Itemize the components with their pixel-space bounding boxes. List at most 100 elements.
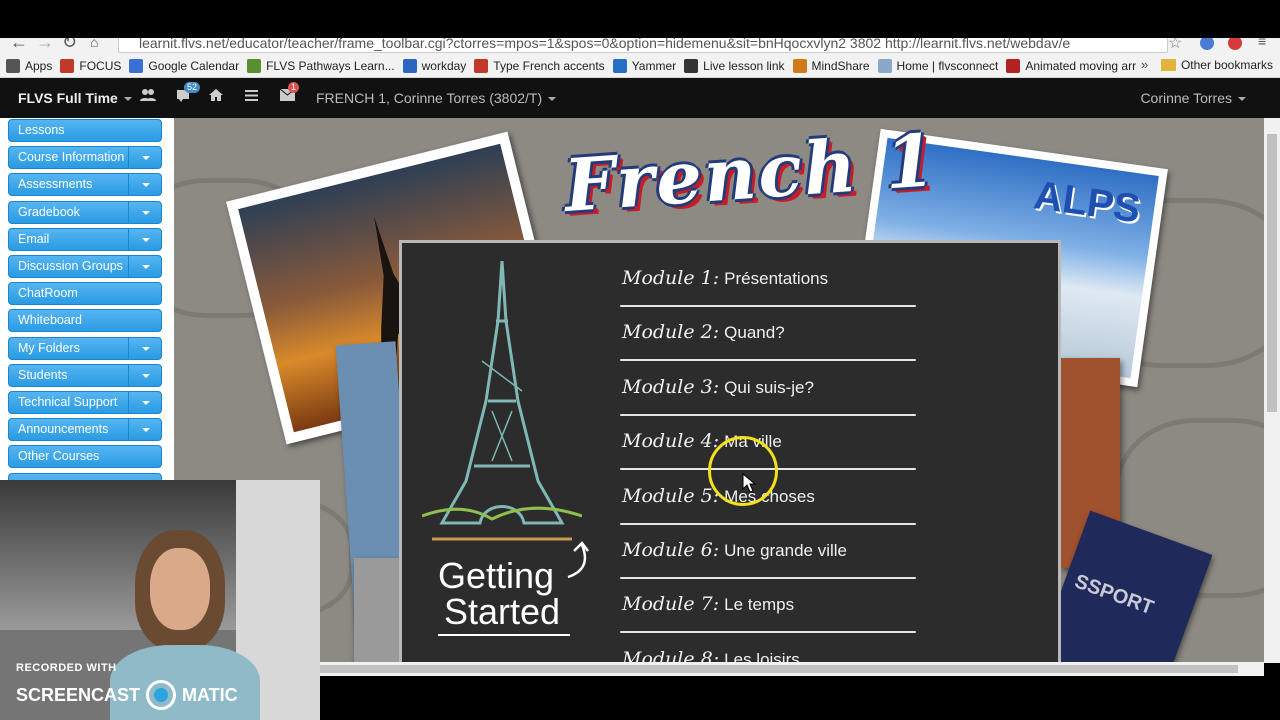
chevron-down-icon[interactable] [142,428,150,433]
sidebar-item-email[interactable]: Email [8,227,162,251]
bookmark-item[interactable]: Live lesson link [684,58,785,73]
sidebar-item-other-courses[interactable]: Other Courses [8,445,162,469]
bookmark-item[interactable]: Home | flvsconnect [877,58,998,73]
menu-icon[interactable]: ≡ [1258,38,1266,49]
module-link[interactable]: Module 6: Une grande ville [622,539,847,561]
sidebar-item-chatroom[interactable]: ChatRoom [8,282,162,306]
bookmark-item[interactable]: Apps [6,58,52,73]
address-bar-row: ← → ↻ ⌂ learnit.flvs.net/educator/teache… [0,38,1280,54]
sidebar-item-course-information[interactable]: Course Information [8,146,162,170]
module-number: Module 7: [622,593,720,616]
module-number: Module 4: [622,430,720,453]
sidebar-item-label: Students [18,367,68,382]
chalk-underline [620,359,916,362]
chevron-down-icon[interactable] [142,346,150,351]
more-bookmarks-icon[interactable]: » [1141,57,1148,72]
bookmark-item[interactable]: workday [402,58,466,73]
chevron-down-icon[interactable] [142,265,150,269]
module-link[interactable]: Module 2: Quand? [622,321,785,343]
sidebar-item-my-folders[interactable]: My Folders [8,336,162,360]
cloud-icon [877,58,892,73]
users-icon[interactable] [140,88,156,106]
chalk-underline [620,631,916,634]
module-link[interactable]: Module 8: Les loisirs [622,648,800,663]
chevron-down-icon[interactable] [142,373,150,378]
user-name: Corinne Torres [1140,90,1232,106]
flvs-icon [247,58,262,73]
curved-arrow-icon [567,541,589,579]
sidebar-item-label: Other Courses [18,449,100,464]
chalk-underline [620,577,916,579]
module-title: Le temps [724,595,795,615]
chevron-down-icon[interactable] [142,183,150,188]
course-label: FRENCH 1, Corinne Torres (3802/T) [316,90,543,106]
forward-icon[interactable]: → [36,38,54,53]
bookmark-item[interactable]: MindShare [792,58,870,73]
chevron-down-icon[interactable] [142,237,150,242]
sidebar-item-announcements[interactable]: Announcements [8,418,162,442]
sidebar-item-lessons[interactable]: Lessons [8,119,162,142]
module-link[interactable]: Module 1: Présentations [622,267,828,289]
home-icon[interactable]: ⌂ [90,38,98,50]
bookmark-star-icon[interactable]: ☆ [1168,38,1182,53]
groups-icon[interactable]: 52 [176,82,201,106]
sidebar-item-gradebook[interactable]: Gradebook [8,200,162,224]
underline [438,634,570,636]
chevron-down-icon[interactable] [142,401,150,405]
chevron-down-icon[interactable] [142,156,150,161]
chalk-underline [620,413,916,416]
module-link[interactable]: Module 3: Qui suis-je? [622,376,814,398]
sidebar-item-discussion-groups[interactable]: Discussion Groups [8,255,162,278]
other-bookmarks[interactable]: Other bookmarks [1160,58,1273,72]
bookmark-item[interactable]: Type French accents [474,58,605,73]
module-title: Qui suis-je? [724,377,814,397]
course-selector[interactable]: FRENCH 1, Corinne Torres (3802/T) [316,90,557,106]
divider [128,364,129,386]
sidebar-item-label: Announcements [18,422,109,437]
focus-icon [60,58,75,73]
bookmark-item[interactable]: Google Calendar [129,58,239,73]
getting-started-link[interactable]: Getting Started [438,558,570,636]
sidebar-item-technical-support[interactable]: Technical Support [8,391,162,414]
bookmark-item[interactable]: Animated moving arr [1006,58,1136,73]
bookmark-label: Live lesson link [703,58,785,73]
t-icon [474,58,489,73]
divider [128,147,129,169]
extension-icon[interactable] [1200,38,1214,50]
mail-icon[interactable]: 1 [279,82,300,105]
chevron-down-icon[interactable] [142,210,150,215]
home-nav-icon[interactable] [209,88,223,105]
horizontal-scrollbar[interactable] [320,662,1264,676]
x-icon [1006,58,1021,73]
logo-right: MATIC [182,684,238,705]
sidebar-item-students[interactable]: Students [8,363,162,387]
brand-menu[interactable]: FLVS Full Time [18,90,132,106]
reload-icon[interactable]: ↻ [62,38,77,53]
bookmark-item[interactable]: Yammer [612,58,676,73]
sidebar-item-whiteboard[interactable]: Whiteboard [8,309,162,333]
user-menu[interactable]: Corinne Torres [1140,90,1246,106]
list-menu-icon[interactable] [245,88,258,105]
screen: ← → ↻ ⌂ learnit.flvs.net/educator/teache… [0,0,1280,720]
scroll-thumb[interactable] [1267,134,1277,412]
module-number: Module 2: [622,321,720,344]
divider [128,228,129,250]
scroll-thumb[interactable] [320,665,1238,673]
recorded-with-label: RECORDED WITH [16,662,117,674]
bookmark-item[interactable]: FOCUS [60,58,121,73]
sidebar-item-assessments[interactable]: Assessments [8,173,162,197]
module-number: Module 3: [622,375,720,398]
module-number: Module 5: [622,484,720,507]
logo-o-icon [146,680,177,710]
bookmark-item[interactable]: FLVS Pathways Learn... [247,58,395,73]
back-icon[interactable]: ← [10,38,28,53]
passport-label: SSPORT [1071,570,1157,620]
divider [128,256,129,277]
chalk-underline [620,305,916,307]
url-input[interactable]: learnit.flvs.net/educator/teacher/frame_… [118,38,1168,53]
sidebar-item-label: ChatRoom [18,286,78,301]
module-link[interactable]: Module 7: Le temps [622,593,794,615]
vertical-scrollbar[interactable] [1264,118,1280,663]
mouse-cursor-icon [742,473,756,493]
opera-icon[interactable] [1228,38,1242,50]
